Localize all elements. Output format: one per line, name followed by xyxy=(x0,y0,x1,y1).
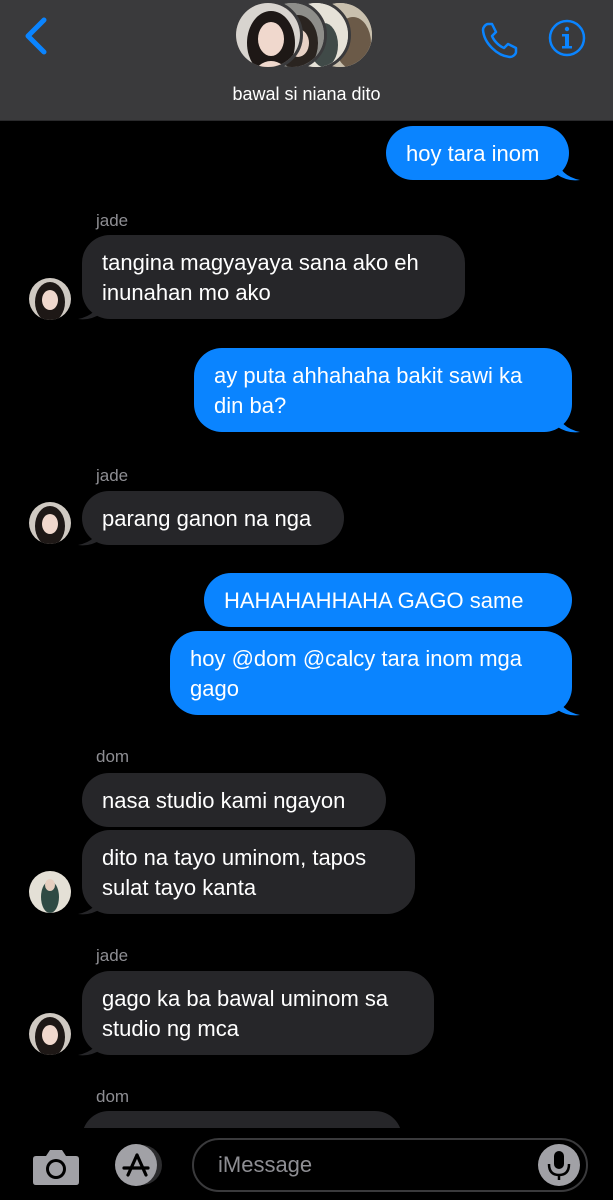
camera-button[interactable] xyxy=(32,1146,80,1186)
bubble-tail xyxy=(78,523,102,546)
outgoing-message[interactable]: hoy tara inom xyxy=(386,126,569,180)
bubble-tail xyxy=(78,1033,102,1056)
avatar-jade[interactable] xyxy=(29,1013,71,1055)
info-icon xyxy=(548,19,586,57)
incoming-message[interactable]: parang ganon na nga xyxy=(82,491,344,545)
bubble-tail xyxy=(78,297,102,320)
message-list[interactable]: hoy tara inom jade tangina magyayaya san… xyxy=(0,121,613,1128)
app-store-button[interactable] xyxy=(110,1142,168,1188)
sender-name: jade xyxy=(96,946,129,965)
sender-name: jade xyxy=(96,211,129,230)
avatar-jade[interactable] xyxy=(29,278,71,320)
incoming-message-partial[interactable] xyxy=(82,1111,402,1128)
bubble-tail xyxy=(556,410,580,433)
chevron-left-icon xyxy=(25,17,47,55)
bubble-tail xyxy=(556,693,580,716)
bubble-tail xyxy=(78,892,102,915)
microphone-button[interactable] xyxy=(538,1144,580,1186)
back-button[interactable] xyxy=(18,14,58,58)
incoming-message[interactable]: dito na tayo uminom, tapos sulat tayo ka… xyxy=(82,830,415,914)
microphone-icon xyxy=(547,1151,571,1180)
group-avatar-main xyxy=(233,0,303,70)
incoming-message[interactable]: gago ka ba bawal uminom sa studio ng mca xyxy=(82,971,434,1055)
incoming-message[interactable]: nasa studio kami ngayon xyxy=(82,773,386,827)
message-input[interactable]: iMessage xyxy=(192,1138,588,1192)
sender-name: dom xyxy=(96,1087,130,1106)
camera-icon xyxy=(33,1150,79,1185)
conversation-header: bawal si niana dito xyxy=(0,0,613,121)
app-store-icon xyxy=(115,1144,162,1186)
outgoing-message[interactable]: HAHAHAHHAHA GAGO same xyxy=(204,573,572,627)
outgoing-message[interactable]: hoy @dom @calcy tara inom mga gago xyxy=(170,631,572,715)
outgoing-message[interactable]: ay puta ahhahaha bakit sawi ka din ba? xyxy=(194,348,572,432)
compose-bar: iMessage xyxy=(0,1128,613,1200)
bubble-tail xyxy=(556,158,580,181)
avatar-dom[interactable] xyxy=(29,871,71,913)
sender-name: jade xyxy=(96,466,129,485)
phone-icon xyxy=(481,22,518,59)
incoming-message[interactable]: tangina magyayaya sana ako eh inunahan m… xyxy=(82,235,465,319)
info-button[interactable] xyxy=(547,18,587,58)
avatar-jade[interactable] xyxy=(29,502,71,544)
group-avatars[interactable] xyxy=(233,0,383,70)
message-input-placeholder: iMessage xyxy=(218,1152,313,1177)
group-name[interactable]: bawal si niana dito xyxy=(0,84,613,105)
call-button[interactable] xyxy=(478,18,522,62)
sender-name: dom xyxy=(96,747,130,766)
